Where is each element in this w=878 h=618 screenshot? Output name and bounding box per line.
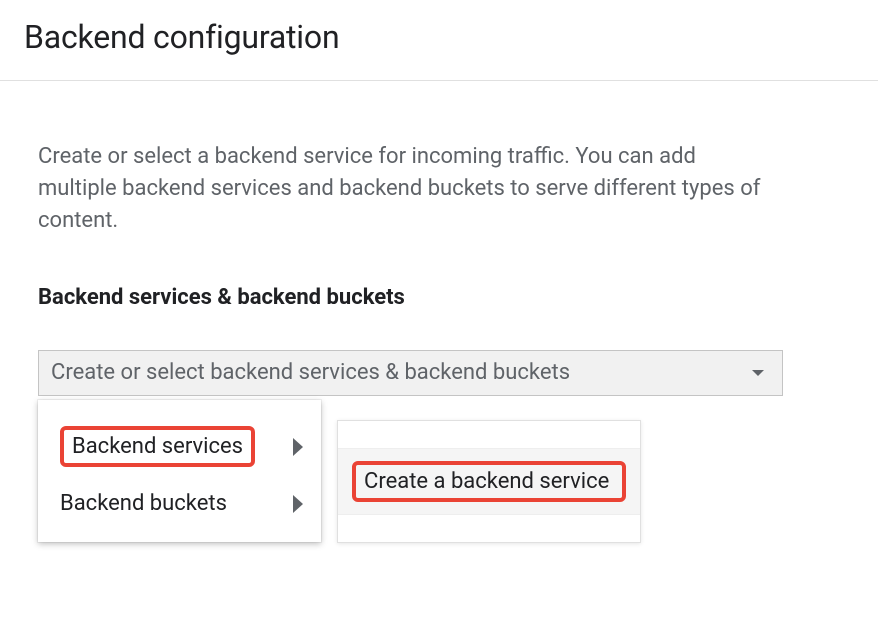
menu-item-backend-buckets[interactable]: Backend buckets bbox=[38, 479, 321, 528]
header: Backend configuration bbox=[0, 0, 878, 80]
page-title: Backend configuration bbox=[24, 18, 854, 56]
panel-root: Backend configuration Create or select a… bbox=[0, 0, 878, 618]
caret-down-icon bbox=[752, 370, 764, 376]
section-label: Backend services & backend buckets bbox=[38, 285, 840, 310]
menu-item-label: Backend services bbox=[72, 434, 243, 459]
submenu-spacer bbox=[338, 514, 640, 542]
backend-dropdown[interactable]: Create or select backend services & back… bbox=[38, 350, 783, 396]
submenu-item-create-backend-service[interactable]: Create a backend service bbox=[338, 449, 640, 514]
main-menu: Backend services Backend buckets bbox=[38, 400, 321, 542]
arrow-right-icon bbox=[293, 495, 303, 513]
arrow-right-icon bbox=[293, 438, 303, 456]
highlight-annotation: Backend services bbox=[60, 426, 255, 467]
menu-item-backend-services[interactable]: Backend services bbox=[38, 414, 321, 479]
menu-item-label: Backend buckets bbox=[60, 491, 227, 516]
content: Create or select a backend service for i… bbox=[0, 81, 878, 416]
dropdown-placeholder: Create or select backend services & back… bbox=[51, 360, 570, 385]
highlight-annotation: Create a backend service bbox=[352, 461, 626, 502]
submenu-item-label: Create a backend service bbox=[364, 469, 609, 494]
menu-wrapper: Backend services Backend buckets Create … bbox=[38, 400, 641, 543]
submenu: Create a backend service bbox=[337, 420, 641, 543]
description-text: Create or select a backend service for i… bbox=[38, 141, 778, 237]
submenu-spacer bbox=[338, 421, 640, 449]
